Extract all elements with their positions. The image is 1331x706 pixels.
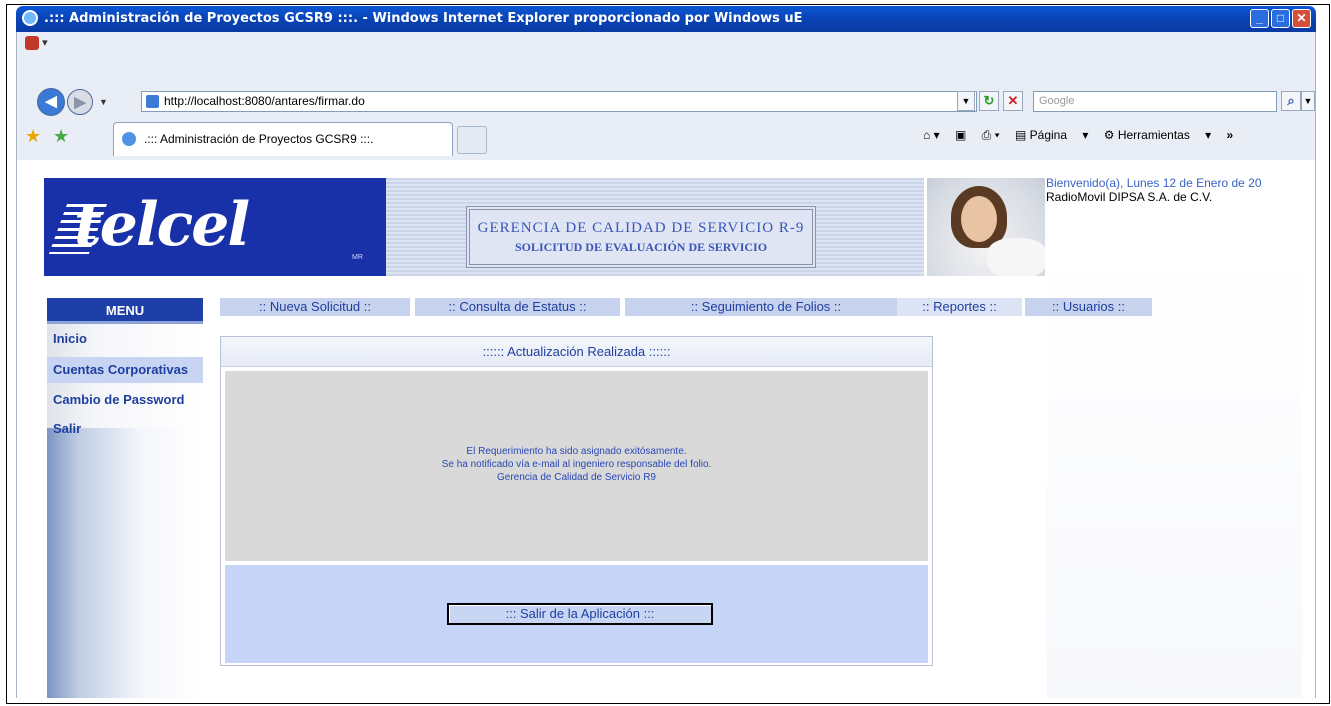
chevron-down-icon: ▾ [42, 37, 48, 49]
panel-footer: ::: Salir de la Aplicación ::: [225, 565, 928, 663]
sidebar-item-cuentas-corporativas[interactable]: Cuentas Corporativas [47, 357, 203, 383]
header-title-box: GERENCIA DE CALIDAD DE SERVICIO R-9 SOLI… [466, 206, 816, 268]
exit-application-button[interactable]: ::: Salir de la Aplicación ::: [447, 603, 713, 625]
nav-nueva-solicitud[interactable]: :: Nueva Solicitud :: [220, 298, 410, 316]
new-tab-button[interactable] [457, 126, 487, 154]
company-name: RadioMovil DIPSA S.A. de C.V. [1046, 190, 1213, 204]
chevron-more-icon[interactable]: » [1227, 128, 1234, 142]
address-url: http://localhost:8080/antares/firmar.do [164, 94, 365, 108]
ie-logo-icon [22, 10, 38, 26]
translate-button[interactable]: ▾ [25, 36, 48, 56]
welcome-block: Bienvenido(a), Lunes 12 de Enero de 20 R… [1046, 176, 1315, 204]
sidebar-menu: MENU Inicio Cuentas Corporativas Cambio … [47, 298, 203, 698]
header-photo [927, 178, 1045, 276]
stop-button[interactable]: ✕ [1003, 91, 1023, 111]
page-content: telcel MR GERENCIA DE CALIDAD DE SERVICI… [16, 160, 1316, 698]
address-bar[interactable]: http://localhost:8080/antares/firmar.do [141, 91, 977, 112]
search-input[interactable]: Google [1033, 91, 1277, 112]
page-menu[interactable]: ▤ Página ▾ [1015, 128, 1088, 142]
sidebar-item-cambio-password[interactable]: Cambio de Password [47, 387, 203, 413]
header-title: GERENCIA DE CALIDAD DE SERVICIO R-9 [477, 220, 805, 236]
header-subtitle: SOLICITUD DE EVALUACIÓN DE SERVICIO [514, 240, 768, 254]
welcome-text: Bienvenido(a), Lunes 12 de Enero de 20 [1046, 176, 1262, 190]
panel-message-area: El Requerimiento ha sido asignado exitós… [225, 371, 928, 561]
panel-heading: :::::: Actualización Realizada :::::: [221, 337, 932, 367]
browser-chrome: ▾ ◀ ▶ ▼ http://localhost:8080/antares/fi… [16, 32, 1316, 160]
nav-reportes[interactable]: :: Reportes :: [897, 298, 1022, 316]
back-button[interactable]: ◀ [37, 88, 65, 116]
message-line: Gerencia de Calidad de Servicio R9 [497, 472, 656, 483]
logo-trademark: MR [352, 254, 363, 261]
panel-message: El Requerimiento ha sido asignado exitós… [225, 445, 928, 484]
tab-active[interactable]: .::: Administración de Proyectos GCSR9 :… [113, 122, 453, 156]
navigation-bar: ◀ ▶ ▼ http://localhost:8080/antares/firm… [17, 84, 1315, 118]
address-dropdown-button[interactable]: ▼ [957, 91, 975, 111]
close-button[interactable]: ✕ [1292, 9, 1311, 28]
ie-page-icon [122, 132, 136, 146]
nav-seguimiento-folios[interactable]: :: Seguimiento de Folios :: [625, 298, 907, 316]
nav-consulta-estatus[interactable]: :: Consulta de Estatus :: [415, 298, 620, 316]
menu-heading: MENU [47, 298, 203, 324]
sidebar-item-inicio[interactable]: Inicio [47, 326, 203, 352]
telcel-logo: telcel MR [44, 178, 386, 276]
logo-wordmark: telcel [74, 190, 250, 260]
right-background [1047, 250, 1302, 698]
minimize-button[interactable]: _ [1250, 9, 1269, 28]
sidebar-item-salir[interactable]: Salir [47, 416, 203, 442]
page-icon [146, 95, 159, 108]
result-panel: :::::: Actualización Realizada :::::: El… [220, 336, 933, 666]
print-icon[interactable]: ⎙ ▾ [982, 128, 1000, 142]
search-options-button[interactable]: ▼ [1301, 91, 1315, 111]
window-title: .::: Administración de Proyectos GCSR9 :… [44, 11, 803, 26]
command-bar: ⌂ ▾ ▣ ⎙ ▾ ▤ Página ▾ ⚙ Herramientas ▾ » [923, 128, 1233, 143]
favorites-star-icon[interactable]: ★ [25, 126, 41, 147]
message-line: Se ha notificado vía e-mail al ingeniero… [441, 459, 712, 470]
tab-title: .::: Administración de Proyectos GCSR9 :… [144, 132, 374, 146]
history-dropdown-icon[interactable]: ▼ [99, 97, 108, 107]
home-icon[interactable]: ⌂ ▾ [923, 128, 940, 142]
message-line: El Requerimiento ha sido asignado exitós… [466, 446, 687, 457]
tools-menu[interactable]: ⚙ Herramientas ▾ [1104, 128, 1211, 142]
refresh-button[interactable]: ↻ [979, 91, 999, 111]
tab-row: ★ ★ .::: Administración de Proyectos GCS… [17, 118, 1315, 158]
translate-icon [25, 36, 39, 51]
search-button[interactable]: ⌕ [1281, 91, 1301, 111]
header-banner: telcel MR GERENCIA DE CALIDAD DE SERVICI… [44, 178, 924, 276]
nav-usuarios[interactable]: :: Usuarios :: [1025, 298, 1152, 316]
maximize-button[interactable]: □ [1271, 9, 1290, 28]
feeds-icon[interactable]: ▣ [955, 128, 966, 142]
window-titlebar: .::: Administración de Proyectos GCSR9 :… [16, 6, 1316, 32]
add-favorites-icon[interactable]: ★ [53, 126, 69, 147]
forward-button[interactable]: ▶ [67, 89, 93, 115]
